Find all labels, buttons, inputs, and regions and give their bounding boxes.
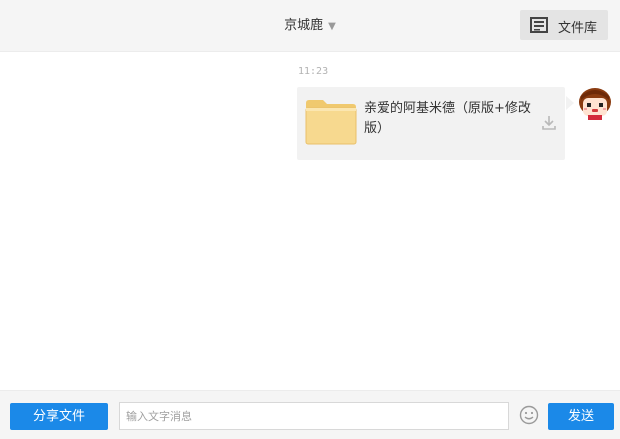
message-timestamp: 11:23 (298, 66, 329, 77)
message-input[interactable] (119, 402, 509, 430)
file-message-bubble[interactable]: 亲爱的阿基米德（原版+修改版） (297, 87, 565, 160)
chat-footer: 分享文件 发送 (0, 390, 620, 439)
smiley-icon[interactable] (519, 405, 539, 429)
file-library-label: 文件库 (558, 21, 598, 36)
contact-name: 京城鹿 (284, 18, 324, 33)
share-file-button[interactable]: 分享文件 (10, 403, 108, 430)
file-name[interactable]: 亲爱的阿基米德（原版+修改版） (364, 99, 534, 139)
file-library-button[interactable]: 文件库 (520, 10, 608, 40)
folder-icon (305, 99, 357, 149)
send-button[interactable]: 发送 (548, 403, 614, 430)
download-icon[interactable] (542, 115, 556, 135)
avatar[interactable] (578, 86, 612, 120)
chat-header: 京城鹿 ▼ 文件库 (0, 0, 620, 52)
chevron-down-icon: ▼ (328, 21, 336, 32)
file-library-icon (530, 17, 548, 37)
bubble-arrow (566, 96, 574, 110)
